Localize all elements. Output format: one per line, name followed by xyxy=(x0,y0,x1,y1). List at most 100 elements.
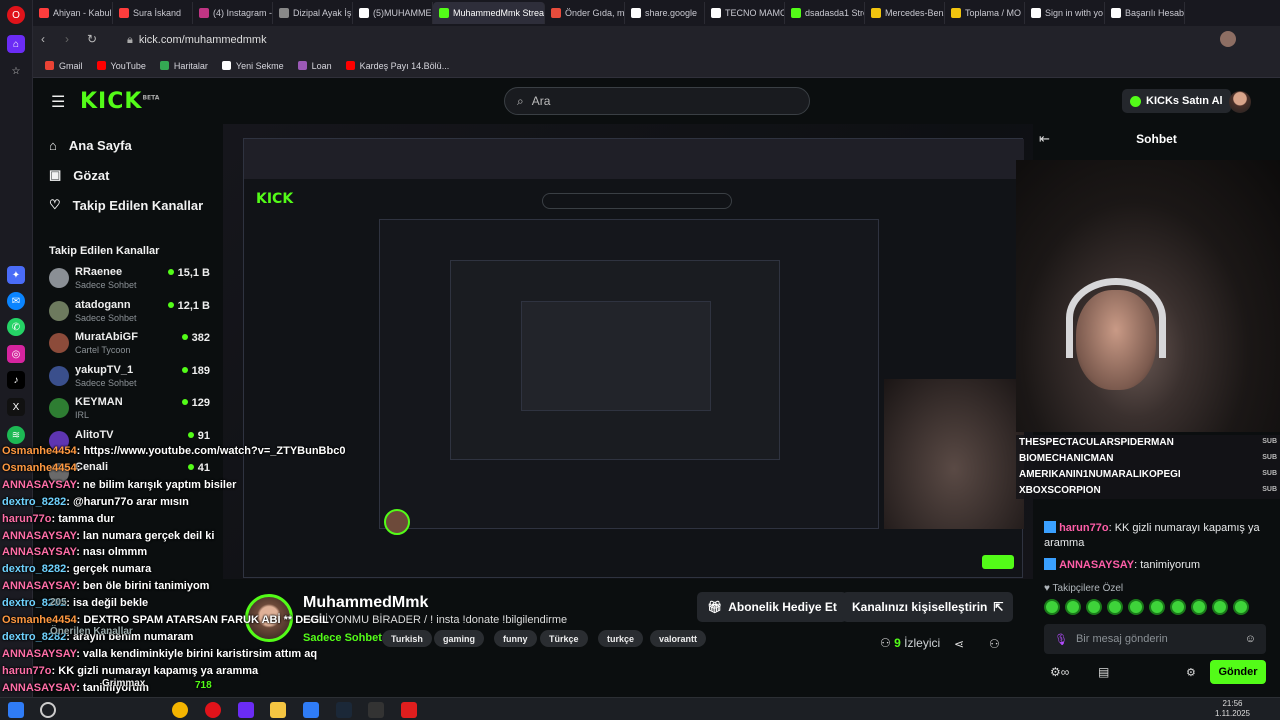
emote-icon[interactable] xyxy=(1086,599,1102,615)
emote-icon[interactable] xyxy=(1170,599,1186,615)
stream-category[interactable]: Sadece Sohbet xyxy=(303,632,382,644)
opera-taskbar-icon[interactable] xyxy=(205,702,221,718)
followed-channel[interactable]: KEYMAN IRL 129 xyxy=(49,396,214,426)
browser-tab[interactable]: Önder Gıda, m xyxy=(545,2,625,24)
chat-settings-icon[interactable]: ⚙︎∞ xyxy=(1050,665,1069,679)
chrome-icon[interactable] xyxy=(172,702,188,718)
opera-gx-icon[interactable] xyxy=(238,702,254,718)
nav-home[interactable]: ⌂ Ana Sayfa xyxy=(49,138,132,153)
followed-channel[interactable]: yakupTV_1 Sadece Sohbet 189 xyxy=(49,364,214,394)
emote-icon[interactable] xyxy=(1149,599,1165,615)
bookmark[interactable]: Loan xyxy=(297,61,332,71)
chat-text: tanimiyorum xyxy=(1140,559,1201,571)
customize-channel-button[interactable]: Kanalınızı kişiselleştirin ⇱ xyxy=(842,592,1014,622)
browser-tab[interactable]: (5)MUHAMME xyxy=(353,2,433,24)
chat-input[interactable]: 🎙︎ Bir mesaj gönderin ☺ xyxy=(1044,624,1266,654)
explorer-icon[interactable] xyxy=(270,702,286,718)
chat-username[interactable]: ANNASAYSAY xyxy=(1059,559,1134,571)
x-icon[interactable]: X xyxy=(7,398,25,416)
share-icon[interactable]: ⋖ xyxy=(954,637,964,651)
app-red-icon[interactable] xyxy=(401,702,417,718)
beta-badge: BETA xyxy=(142,94,160,102)
user-avatar[interactable] xyxy=(1229,91,1251,113)
buy-kicks-label: KICKs Satın Al xyxy=(1146,95,1223,107)
chat-input-placeholder: Bir mesaj gönderin xyxy=(1075,633,1168,645)
browser-tab[interactable]: Ahiyan - Kabull xyxy=(33,2,113,24)
video-player[interactable]: KICK xyxy=(223,124,1033,579)
followed-channel[interactable]: RRaenee Sadece Sohbet 15,1 B xyxy=(49,266,214,296)
nav-following[interactable]: ♡ Takip Edilen Kanallar xyxy=(49,197,203,213)
emote-icon[interactable] xyxy=(1107,599,1123,615)
opera-logo-icon[interactable]: O xyxy=(7,6,25,24)
mic-icon[interactable]: 🎙︎ xyxy=(1054,633,1068,646)
browser-tab[interactable]: dsadasda1 Stre xyxy=(785,2,865,24)
send-button[interactable]: Gönder xyxy=(1210,660,1266,684)
emote-icon[interactable] xyxy=(1191,599,1207,615)
stream-tag[interactable]: valorantt xyxy=(650,630,707,647)
bookmark[interactable]: Kardeş Payı 14.Bölü... xyxy=(345,61,449,71)
speed-dial-icon[interactable]: ☆ xyxy=(7,62,25,80)
emote-icon[interactable] xyxy=(1233,599,1249,615)
system-clock[interactable]: 21:56 1.11.2025 xyxy=(1215,699,1250,719)
whatsapp-icon[interactable]: ✆ xyxy=(7,318,25,336)
tiktok-icon[interactable]: ♪ xyxy=(7,371,25,389)
menu-icon[interactable]: ☰ xyxy=(51,92,65,112)
messenger-icon[interactable]: ✉ xyxy=(7,292,25,310)
emote-icon[interactable] xyxy=(1044,599,1060,615)
followed-channel[interactable]: MuratAbiGF Cartel Tycoon 382 xyxy=(49,331,214,361)
search-icon[interactable] xyxy=(40,702,56,718)
emote-icon[interactable] xyxy=(1065,599,1081,615)
gift-sub-button[interactable]: 🎁︎ Abonelik Hediye Et xyxy=(697,592,847,622)
profile-avatar[interactable] xyxy=(1220,31,1236,47)
browser-tab[interactable]: Sura İskand xyxy=(113,2,193,24)
browser-tab[interactable]: Mercedes-Benz xyxy=(865,2,945,24)
gear-icon[interactable]: ⚙ xyxy=(1186,666,1196,679)
add-user-icon[interactable]: ⚇ xyxy=(989,637,1000,651)
chat-username[interactable]: harun77o xyxy=(1059,522,1109,534)
back-icon[interactable]: ‹ xyxy=(41,32,45,46)
bookmark[interactable]: Haritalar xyxy=(159,61,208,71)
stream-tag[interactable]: turkçe xyxy=(598,630,644,647)
bookmark[interactable]: Yeni Sekme xyxy=(221,61,284,71)
spotify-icon[interactable]: ≋ xyxy=(7,426,25,444)
search-icon: ⌕ xyxy=(517,93,524,108)
start-icon[interactable] xyxy=(8,702,24,718)
viewer-label: İzleyici xyxy=(904,636,941,650)
kick-logo[interactable]: KICKBETA xyxy=(80,89,159,114)
reload-icon[interactable]: ↻ xyxy=(87,32,97,46)
browser-tab[interactable]: (4) Instagram - xyxy=(193,2,273,24)
browser-tab[interactable]: share.google xyxy=(625,2,705,24)
instagram-icon[interactable]: ◎ xyxy=(7,345,25,363)
emoji-icon[interactable]: ☺ xyxy=(1245,633,1256,645)
browser-tab[interactable]: TECNO MAMO xyxy=(705,2,785,24)
store-icon[interactable]: ▤ xyxy=(1098,665,1109,679)
streamer-name[interactable]: MuhammedMmk xyxy=(303,594,428,612)
browser-tab[interactable]: MuhammedMmk Stream xyxy=(433,2,545,24)
search-input[interactable]: ⌕ Ara xyxy=(504,87,810,115)
browser-tab[interactable]: Toplama / MO xyxy=(945,2,1025,24)
forward-icon[interactable]: › xyxy=(65,32,69,46)
sub-badge-tag: SUB xyxy=(1262,454,1277,461)
stream-tag[interactable]: Türkçe xyxy=(540,630,588,647)
followed-channel[interactable]: atadogann Sadece Sohbet 12,1 B xyxy=(49,299,214,329)
emote-icon[interactable] xyxy=(1212,599,1228,615)
stream-tag[interactable]: funny xyxy=(494,630,537,647)
bookmark[interactable]: Gmail xyxy=(45,61,83,71)
url-field[interactable]: 🔒︎ kick.com/muhammedmmk xyxy=(113,30,1113,50)
app-icon[interactable] xyxy=(303,702,319,718)
browser-tab[interactable]: Başarılı Hesab xyxy=(1105,2,1185,24)
github-icon[interactable] xyxy=(368,702,384,718)
browser-tab[interactable]: Sign in with yo xyxy=(1025,2,1105,24)
emote-icon[interactable] xyxy=(1128,599,1144,615)
browser-tab[interactable]: Dizipal Ayak İşi xyxy=(273,2,353,24)
buy-kicks-button[interactable]: KICKs Satın Al xyxy=(1122,89,1231,113)
workspace-icon[interactable]: ⌂ xyxy=(7,35,25,53)
bookmark[interactable]: YouTube xyxy=(96,61,146,71)
stream-tag[interactable]: gaming xyxy=(434,630,485,647)
overlay-text: ne bilim karışık yaptım bisiler xyxy=(82,478,237,491)
aria-icon[interactable]: ✦ xyxy=(7,266,25,284)
steam-icon[interactable] xyxy=(336,702,352,718)
stream-tag[interactable]: Turkish xyxy=(382,630,432,647)
tab-label: Başarılı Hesab xyxy=(1125,8,1185,18)
nav-browse[interactable]: ▣ Gözat xyxy=(49,167,109,183)
